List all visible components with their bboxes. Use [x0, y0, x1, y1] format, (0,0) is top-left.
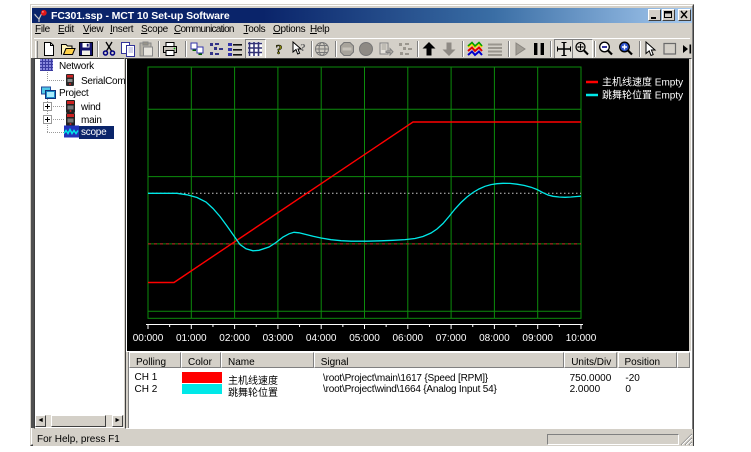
svg-text:03:000: 03:000 [263, 333, 294, 344]
svg-text:09:000: 09:000 [522, 333, 553, 344]
svg-text:?: ? [300, 42, 306, 54]
svg-text:跳舞轮位置 Empty: 跳舞轮位置 Empty [602, 89, 683, 102]
svg-text:?: ? [276, 43, 283, 57]
svg-text:05:000: 05:000 [349, 333, 380, 344]
svg-text:07:000: 07:000 [436, 333, 467, 344]
svg-text:01:000: 01:000 [176, 333, 207, 344]
svg-text:08:000: 08:000 [479, 333, 510, 344]
svg-text:主机线速度 Empty: 主机线速度 Empty [602, 76, 683, 89]
svg-text:06:000: 06:000 [393, 333, 424, 344]
svg-text:00:000: 00:000 [133, 333, 164, 344]
svg-text:10:000: 10:000 [566, 333, 597, 344]
svg-text:02:000: 02:000 [219, 333, 250, 344]
svg-text:04:000: 04:000 [306, 333, 337, 344]
